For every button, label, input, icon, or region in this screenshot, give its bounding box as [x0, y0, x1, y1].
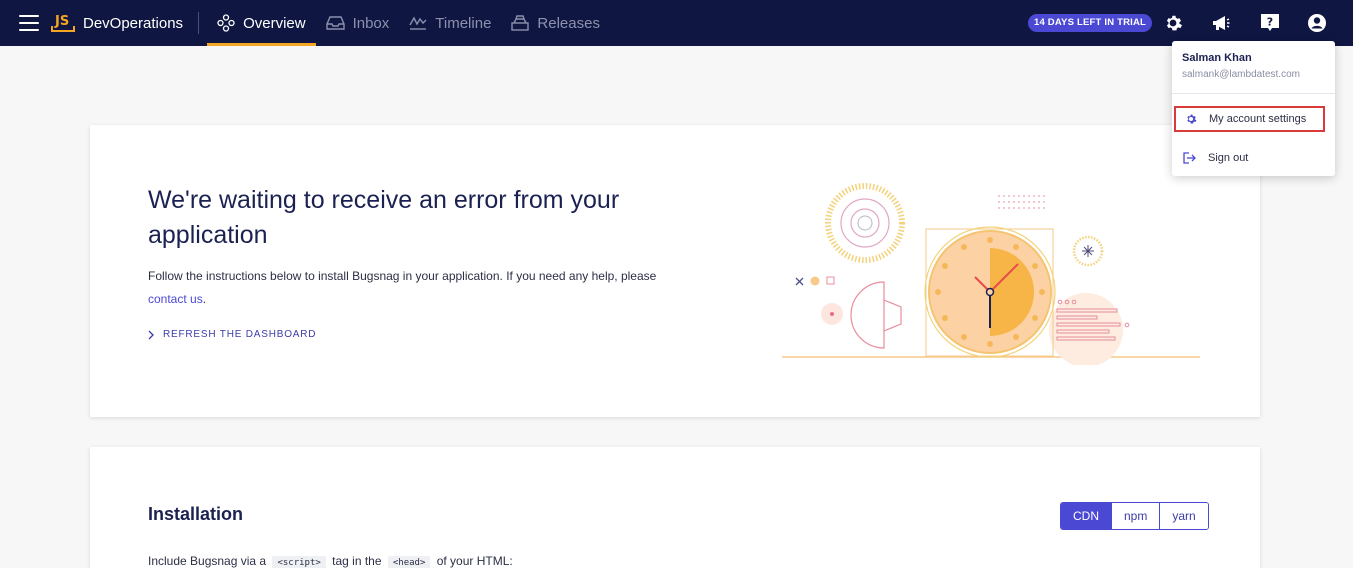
hero-description: Follow the instructions below to install…	[148, 269, 657, 306]
yarn-option[interactable]: yarn	[1159, 503, 1208, 529]
tab-timeline[interactable]: Timeline	[399, 0, 501, 46]
releases-icon	[511, 15, 530, 31]
menu-divider	[1172, 93, 1335, 94]
script-tag-code: <script>	[272, 556, 326, 568]
chevron-right-icon	[148, 330, 154, 339]
contact-us-link[interactable]: contact us	[148, 292, 203, 306]
gear-icon[interactable]	[1163, 13, 1183, 33]
megaphone-icon[interactable]	[1211, 13, 1231, 33]
user-name: Salman Khan	[1182, 52, 1252, 64]
waiting-for-error-card: We're waiting to receive an error from y…	[90, 125, 1260, 417]
cdn-option[interactable]: CDN	[1061, 503, 1111, 529]
project-name[interactable]: DevOperations	[83, 15, 183, 32]
user-account-menu: Salman Khan salmank@lambdatest.com My ac…	[1172, 41, 1335, 176]
npm-option[interactable]: npm	[1111, 503, 1160, 529]
sign-out-icon	[1183, 152, 1196, 164]
my-account-settings-menu-item[interactable]: My account settings	[1174, 106, 1325, 132]
gear-icon	[1187, 114, 1197, 124]
inbox-icon	[325, 16, 345, 30]
tab-releases[interactable]: Releases	[501, 0, 610, 46]
tab-overview[interactable]: Overview	[207, 0, 316, 46]
timeline-icon	[409, 16, 427, 30]
project-logo[interactable]: JS	[51, 13, 75, 33]
sign-out-menu-item[interactable]: Sign out	[1174, 145, 1325, 171]
trial-badge[interactable]: 14 DAYS LEFT IN TRIAL	[1028, 14, 1153, 32]
top-navigation-bar: JS DevOperations Overview Inbox Timeline…	[0, 0, 1353, 46]
user-icon[interactable]	[1307, 13, 1327, 33]
install-method-selector: CDN npm yarn	[1060, 502, 1209, 530]
refresh-dashboard-link[interactable]: REFRESH THE DASHBOARD	[148, 329, 316, 340]
clock-illustration	[782, 183, 1200, 365]
svg-text:?: ?	[1267, 16, 1273, 29]
divider	[198, 12, 200, 34]
page-title: We're waiting to receive an error from y…	[148, 186, 620, 249]
overview-icon	[217, 14, 235, 32]
install-instruction: Include Bugsnag via a <script> tag in th…	[148, 554, 513, 568]
user-email: salmank@lambdatest.com	[1182, 69, 1300, 80]
tab-inbox[interactable]: Inbox	[316, 0, 400, 46]
help-icon[interactable]: ?	[1260, 13, 1280, 33]
installation-title: Installation	[148, 504, 244, 524]
installation-card: Installation CDN npm yarn Include Bugsna…	[90, 447, 1260, 568]
hamburger-menu-icon[interactable]	[19, 15, 39, 31]
head-tag-code: <head>	[387, 556, 431, 568]
